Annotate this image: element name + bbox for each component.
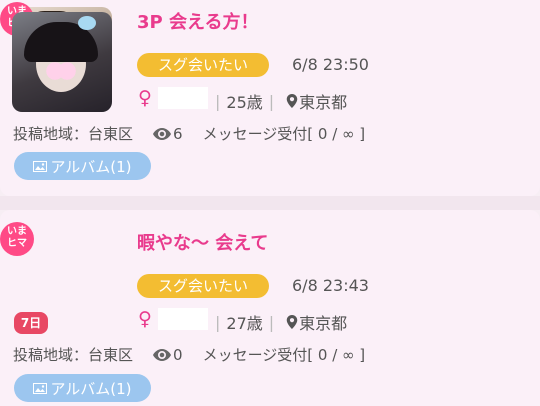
ima-hima-badge: いまヒマ bbox=[0, 222, 34, 256]
image-icon bbox=[33, 160, 48, 172]
view-count: 6 bbox=[173, 124, 183, 143]
message-status: メッセージ受付[ 0 / ∞ ] bbox=[202, 346, 366, 364]
post-area: 投稿地域：台東区 bbox=[13, 346, 134, 364]
album-label: アルバム(1) bbox=[50, 157, 132, 176]
view-count: 0 bbox=[173, 345, 183, 364]
eye-icon bbox=[153, 127, 172, 140]
post-title[interactable]: 3P 会える方！ bbox=[137, 8, 258, 34]
eye-icon bbox=[153, 348, 172, 361]
age: 27歳 bbox=[226, 314, 263, 333]
map-pin-icon bbox=[286, 94, 298, 108]
female-icon: ♀ bbox=[138, 87, 152, 109]
tag-badge: スグ会いたい bbox=[137, 53, 269, 77]
message-status: メッセージ受付[ 0 / ∞ ] bbox=[202, 125, 366, 143]
username-redacted bbox=[158, 87, 208, 109]
album-button[interactable]: アルバム(1) bbox=[14, 374, 151, 402]
post-stats: 投稿地域：台東区 6 メッセージ受付[ 0 / ∞ ] bbox=[13, 123, 365, 144]
image-icon bbox=[33, 382, 48, 394]
new-badge: 7日 bbox=[14, 312, 48, 334]
album-button[interactable]: アルバム(1) bbox=[14, 152, 151, 180]
female-icon: ♀ bbox=[138, 308, 152, 330]
post-datetime: 6/8 23:50 bbox=[292, 55, 369, 74]
post-title[interactable]: 暇やな～ 会えて bbox=[137, 229, 268, 255]
profile-meta: | 27歳 | 東京都 bbox=[215, 310, 347, 334]
profile-meta: | 25歳 | 東京都 bbox=[215, 89, 347, 113]
age: 25歳 bbox=[226, 93, 263, 112]
tag-badge: スグ会いたい bbox=[137, 274, 269, 298]
username-redacted bbox=[158, 308, 208, 330]
location: 東京都 bbox=[299, 314, 348, 333]
location: 東京都 bbox=[299, 93, 348, 112]
post-area: 投稿地域：台東区 bbox=[13, 125, 134, 143]
post-datetime: 6/8 23:43 bbox=[292, 276, 369, 295]
map-pin-icon bbox=[286, 315, 298, 329]
post-photo-2[interactable] bbox=[12, 12, 112, 112]
card-separator bbox=[0, 196, 540, 210]
post-stats: 投稿地域：台東区 0 メッセージ受付[ 0 / ∞ ] bbox=[13, 344, 365, 365]
album-label: アルバム(1) bbox=[50, 379, 132, 398]
